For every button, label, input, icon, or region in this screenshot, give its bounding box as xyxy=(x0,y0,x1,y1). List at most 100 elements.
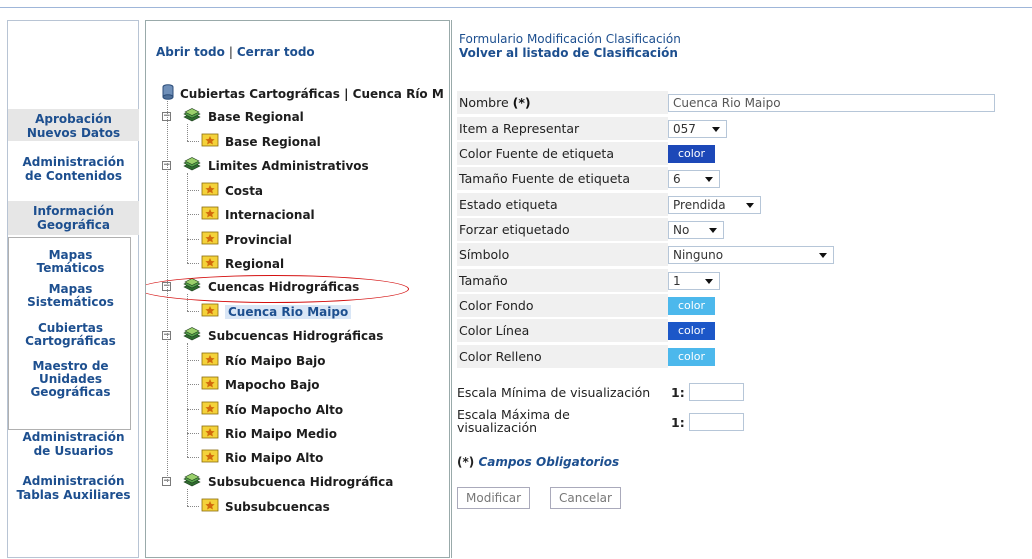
nav-label: Administración de Usuarios xyxy=(22,430,125,458)
simbolo-label: Símbolo xyxy=(459,247,510,262)
value-cell xyxy=(668,142,1032,165)
tree-connector xyxy=(187,190,199,191)
forzar-value: No xyxy=(673,223,690,237)
forzar-label: Forzar etiquetado xyxy=(459,222,570,237)
tree-leaf[interactable]: Provincial xyxy=(201,230,292,248)
item-select[interactable]: 057 xyxy=(668,120,727,138)
color-fuente-swatch[interactable]: color xyxy=(668,145,715,163)
tree-leaf[interactable]: Regional xyxy=(201,254,284,272)
cancelar-button[interactable]: Cancelar xyxy=(550,487,621,509)
tree-node-label: Subsubcuencas xyxy=(225,500,330,514)
tree-connector xyxy=(187,311,199,312)
nav-administracion-contenidos[interactable]: Administración de Contenidos xyxy=(8,155,139,187)
nav-label: Administración de Contenidos xyxy=(22,155,125,183)
chevron-down-icon xyxy=(709,228,717,233)
nav-informacion-submenu: Mapas Temáticos Mapas Sistemáticos Cubie… xyxy=(8,237,131,430)
simbolo-select[interactable]: Ninguno xyxy=(668,246,834,264)
nav-label: Cubiertas Cartográficas xyxy=(25,321,116,348)
nav-maestro-unidades-geograficas[interactable]: Maestro de Unidades Geográficas xyxy=(9,360,132,399)
map-layer-icon xyxy=(201,302,219,323)
tree-connector xyxy=(187,124,188,141)
row-nombre: Nombre (*) Cuenca Rio Maipo xyxy=(457,91,1032,114)
map-layer-icon xyxy=(201,254,219,275)
row-color-linea: Color Línea color xyxy=(457,319,1032,342)
tree-node-label: Provincial xyxy=(225,233,292,247)
color-relleno-swatch[interactable]: color xyxy=(668,348,715,366)
escala-max-input[interactable] xyxy=(689,413,744,431)
required-mark: (*) xyxy=(512,95,531,110)
tree-leaf[interactable]: Rio Maipo Alto xyxy=(201,448,323,466)
color-fondo-swatch[interactable]: color xyxy=(668,297,715,315)
open-all-link[interactable]: Abrir todo xyxy=(156,45,225,59)
nombre-input[interactable]: Cuenca Rio Maipo xyxy=(668,94,995,112)
tree-leaf[interactable]: Internacional xyxy=(201,205,315,223)
chevron-down-icon xyxy=(819,253,827,258)
top-bar xyxy=(0,0,1032,8)
chevron-down-icon xyxy=(712,127,720,132)
row-color-fondo: Color Fondo color xyxy=(457,294,1032,317)
back-to-list-link[interactable]: Volver al listado de Clasificación xyxy=(459,46,678,60)
nav-administracion-tablas-auxiliares[interactable]: Administración Tablas Auxiliares xyxy=(8,474,139,506)
nav-aprobacion-nuevos-datos[interactable]: Aprobación Nuevos Datos xyxy=(8,109,139,141)
tree-leaf[interactable]: Subsubcuencas xyxy=(201,497,330,515)
escala-min-prefix: 1: xyxy=(671,385,685,400)
nav-informacion-geografica[interactable]: Información Geográfica xyxy=(8,201,139,235)
tree-folder[interactable]: Base Regional xyxy=(182,108,304,126)
tree-folder[interactable]: Subcuencas Hidrográficas xyxy=(182,327,383,345)
tree-node-label: Regional xyxy=(225,257,285,271)
tree-leaf[interactable]: Río Mapocho Alto xyxy=(201,400,343,418)
nav-mapas-sistematicos[interactable]: Mapas Sistemáticos xyxy=(9,283,132,309)
tree-leaf[interactable]: Base Regional xyxy=(201,132,321,150)
tree-node-label: Subsubcuenca Hidrográfica xyxy=(208,475,394,489)
chevron-down-icon xyxy=(705,177,713,182)
row-item-representar: Item a Representar 057 xyxy=(457,117,1032,140)
tree-connector xyxy=(187,384,199,385)
tree-connector xyxy=(187,489,188,506)
tree-leaf[interactable]: Mapocho Bajo xyxy=(201,375,320,393)
simbolo-value: Ninguno xyxy=(673,248,724,262)
estado-value: Prendida xyxy=(673,198,726,212)
tree-node-label: Cuenca Rio Maipo xyxy=(225,305,352,319)
nav-cubiertas-cartograficas[interactable]: Cubiertas Cartográficas xyxy=(9,322,132,348)
tree-node-label: Río Maipo Bajo xyxy=(225,354,326,368)
color-linea-swatch[interactable]: color xyxy=(668,322,715,340)
required-note-star: (*) xyxy=(457,455,475,469)
tree-leaf[interactable]: Costa xyxy=(201,181,263,199)
close-all-link[interactable]: Cerrar todo xyxy=(237,45,315,59)
form-title: Formulario Modificación Clasificación xyxy=(459,32,681,46)
color-linea-label: Color Línea xyxy=(459,323,530,338)
map-layer-icon xyxy=(201,351,219,372)
nav-mapas-tematicos[interactable]: Mapas Temáticos xyxy=(9,249,132,275)
tree-node-label: Río Mapocho Alto xyxy=(225,403,344,417)
estado-select[interactable]: Prendida xyxy=(668,196,761,214)
tree-folder[interactable]: Subsubcuenca Hidrográfica xyxy=(182,473,393,491)
tree-toolbar: Abrir todo | Cerrar todo xyxy=(156,45,315,59)
tree-connector xyxy=(187,506,199,507)
forzar-select[interactable]: No xyxy=(668,221,724,239)
value-cell xyxy=(668,319,1032,342)
tree-connector xyxy=(187,409,199,410)
tree-node-label: Base Regional xyxy=(208,110,304,124)
layers-icon xyxy=(182,327,202,346)
tree-folder[interactable]: Limites Administrativos xyxy=(182,157,369,175)
tree-root[interactable]: Cubiertas Cartográficas | Cuenca Río M xyxy=(162,84,444,102)
escala-min-input[interactable] xyxy=(689,383,744,401)
nav-label: Mapas Sistemáticos xyxy=(27,282,114,309)
value-cell xyxy=(668,345,1032,368)
tree-node-label: Rio Maipo Alto xyxy=(225,451,324,465)
nav-administracion-usuarios[interactable]: Administración de Usuarios xyxy=(8,430,139,462)
tamano-fuente-select[interactable]: 6 xyxy=(668,170,720,188)
modificar-button[interactable]: Modificar xyxy=(457,487,531,509)
database-icon xyxy=(162,84,174,105)
tree-leaf[interactable]: Río Maipo Bajo xyxy=(201,351,326,369)
tree-connector xyxy=(187,141,199,142)
tree-leaf[interactable]: Cuenca Rio Maipo xyxy=(201,302,352,323)
escala-max-label: Escala Máxima de visualización xyxy=(457,407,570,435)
required-fields-note: (*) Campos Obligatorios xyxy=(457,455,619,469)
row-tamano-fuente: Tamaño Fuente de etiqueta 6 xyxy=(457,167,1032,190)
map-layer-icon xyxy=(201,497,219,518)
row-forzar-etiquetado: Forzar etiquetado No xyxy=(457,218,1032,241)
tree-leaf[interactable]: Rio Maipo Medio xyxy=(201,424,337,442)
value-cell xyxy=(668,294,1032,317)
tamano-select[interactable]: 1 xyxy=(668,272,720,290)
